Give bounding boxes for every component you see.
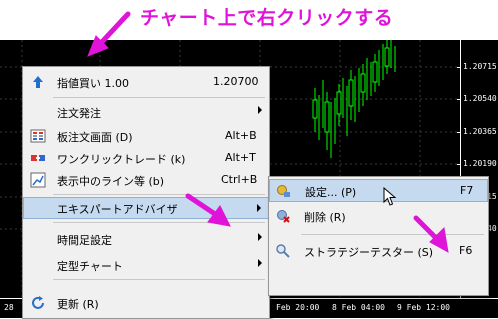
menu-item-label: エキスパートアドバイザ (57, 203, 178, 216)
annotation-text: チャート上で右クリックする (140, 7, 394, 29)
menu-separator (53, 222, 265, 223)
menu-item-timeframe[interactable]: 時間足設定 (23, 228, 269, 250)
submenu-item-settings[interactable]: 設定... (P) F7 (269, 179, 488, 202)
submenu-item-strategy-tester[interactable]: ストラテジーテスター (S) F6 (269, 240, 488, 262)
buy-limit-arrow-icon (33, 76, 43, 88)
menu-separator (53, 279, 265, 280)
annotation-banner: チャート上で右クリックする (0, 0, 498, 40)
ea-settings-icon (277, 185, 290, 197)
menu-item-label: 板注文画面 (D) (57, 131, 133, 144)
menu-item-objects-list[interactable]: 表示中のライン等 (b) Ctrl+B (23, 169, 269, 191)
menu-item-expert-advisor[interactable]: エキスパートアドバイザ (23, 197, 269, 219)
one-click-trade-icon (31, 155, 45, 161)
expert-advisor-submenu: 設定... (P) F7 削除 (R) ストラテジーテスター (S) F6 (268, 176, 489, 296)
submenu-arrow-icon (257, 204, 261, 212)
menu-item-shortcut: Ctrl+B (221, 173, 258, 186)
submenu-arrow-icon (258, 106, 262, 114)
price-tick (457, 164, 461, 165)
menu-item-shortcut: Alt+T (225, 151, 256, 164)
price-label: 1.20365 (463, 127, 497, 136)
time-label: Feb 20:00 (276, 303, 320, 312)
price-label: 1.20190 (463, 159, 497, 168)
menu-item-label: ワンクリックトレード (k) (57, 153, 186, 166)
menu-item-refresh[interactable]: 更新 (R) (23, 292, 269, 314)
submenu-arrow-icon (258, 233, 262, 241)
price-label: 1.20715 (463, 62, 497, 71)
menu-item-label: 表示中のライン等 (b) (57, 175, 165, 188)
menu-separator (301, 234, 484, 235)
time-label: 8 Feb 04:00 (332, 303, 385, 312)
menu-item-label: 定型チャート (57, 260, 123, 273)
ea-remove-icon (277, 210, 290, 223)
objects-list-icon (30, 172, 46, 188)
menu-item-label: 更新 (R) (57, 298, 99, 311)
menu-item-label: 設定... (P) (305, 186, 357, 199)
refresh-icon (32, 296, 44, 309)
time-label: 9 Feb 12:00 (397, 303, 450, 312)
price-tick (457, 132, 461, 133)
menu-item-label: 削除 (R) (304, 211, 346, 224)
menu-item-buy-limit[interactable]: 指値買い 1.00 1.20700 (23, 71, 269, 93)
menu-item-order-book[interactable]: 板注文画面 (D) Alt+B (23, 125, 269, 147)
price-tick (457, 67, 461, 68)
menu-item-shortcut: Alt+B (225, 129, 257, 142)
menu-separator (53, 97, 265, 98)
menu-item-label: 時間足設定 (57, 234, 112, 247)
submenu-arrow-icon (258, 259, 262, 267)
menu-item-price: 1.20700 (213, 75, 259, 88)
menu-item-shortcut: F6 (459, 244, 473, 257)
price-label: 1.20540 (463, 94, 497, 103)
menu-item-label: ストラテジーテスター (S) (304, 246, 434, 259)
menu-item-label: 注文発注 (57, 107, 101, 120)
menu-item-template[interactable]: 定型チャート (23, 254, 269, 276)
chart-context-menu: 指値買い 1.00 1.20700 注文発注 板注文画面 (D) Alt+B ワ… (22, 66, 270, 319)
price-tick (457, 99, 461, 100)
menu-item-place-order[interactable]: 注文発注 (23, 101, 269, 123)
order-book-icon (30, 129, 46, 143)
menu-separator (53, 194, 265, 195)
mouse-cursor-icon (383, 187, 397, 206)
time-label: 28 (4, 303, 14, 312)
submenu-item-remove[interactable]: 削除 (R) (269, 205, 488, 227)
menu-item-one-click-trade[interactable]: ワンクリックトレード (k) Alt+T (23, 147, 269, 169)
strategy-tester-icon (276, 244, 290, 258)
menu-item-shortcut: F7 (460, 184, 474, 197)
menu-item-label: 指値買い 1.00 (57, 77, 129, 90)
